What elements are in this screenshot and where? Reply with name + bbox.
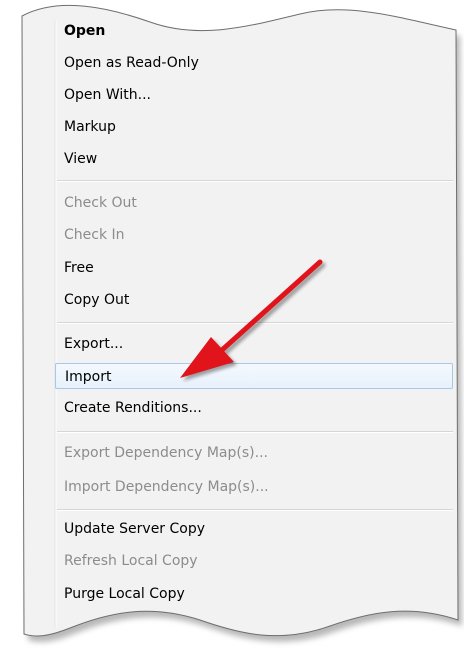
menu-item-check-in: Check In xyxy=(64,227,125,243)
menu-separator xyxy=(57,180,453,182)
menu-item-export[interactable]: Export... xyxy=(64,331,444,357)
menu-item-update-server-copy[interactable]: Update Server Copy xyxy=(64,516,444,542)
menu-item-markup[interactable]: Markup xyxy=(64,114,444,140)
menu-item-import-dependency-maps: Import Dependency Map(s)... xyxy=(64,479,269,495)
menu-item-export-dependency-maps: Export Dependency Map(s)... xyxy=(64,445,268,461)
menu-separator xyxy=(57,431,453,433)
menu-item-check-out: Check Out xyxy=(64,195,137,211)
menu-item-view[interactable]: View xyxy=(64,146,444,172)
menu-separator xyxy=(57,509,453,511)
menu-item-open-with[interactable]: Open With... xyxy=(64,82,444,108)
context-menu: Open Open as Read-Only Open With... Mark… xyxy=(0,0,464,654)
menu-separator xyxy=(57,322,453,324)
menu-item-open-as-read-only[interactable]: Open as Read-Only xyxy=(64,50,444,76)
menu-item-copy-out[interactable]: Copy Out xyxy=(64,287,444,313)
menu-item-purge-local-copy[interactable]: Purge Local Copy xyxy=(64,581,444,607)
menu-item-import[interactable]: Import xyxy=(55,363,453,389)
menu-item-free[interactable]: Free xyxy=(64,255,444,281)
menu-item-create-renditions[interactable]: Create Renditions... xyxy=(64,395,444,421)
menu-item-refresh-local-copy: Refresh Local Copy xyxy=(64,553,198,569)
